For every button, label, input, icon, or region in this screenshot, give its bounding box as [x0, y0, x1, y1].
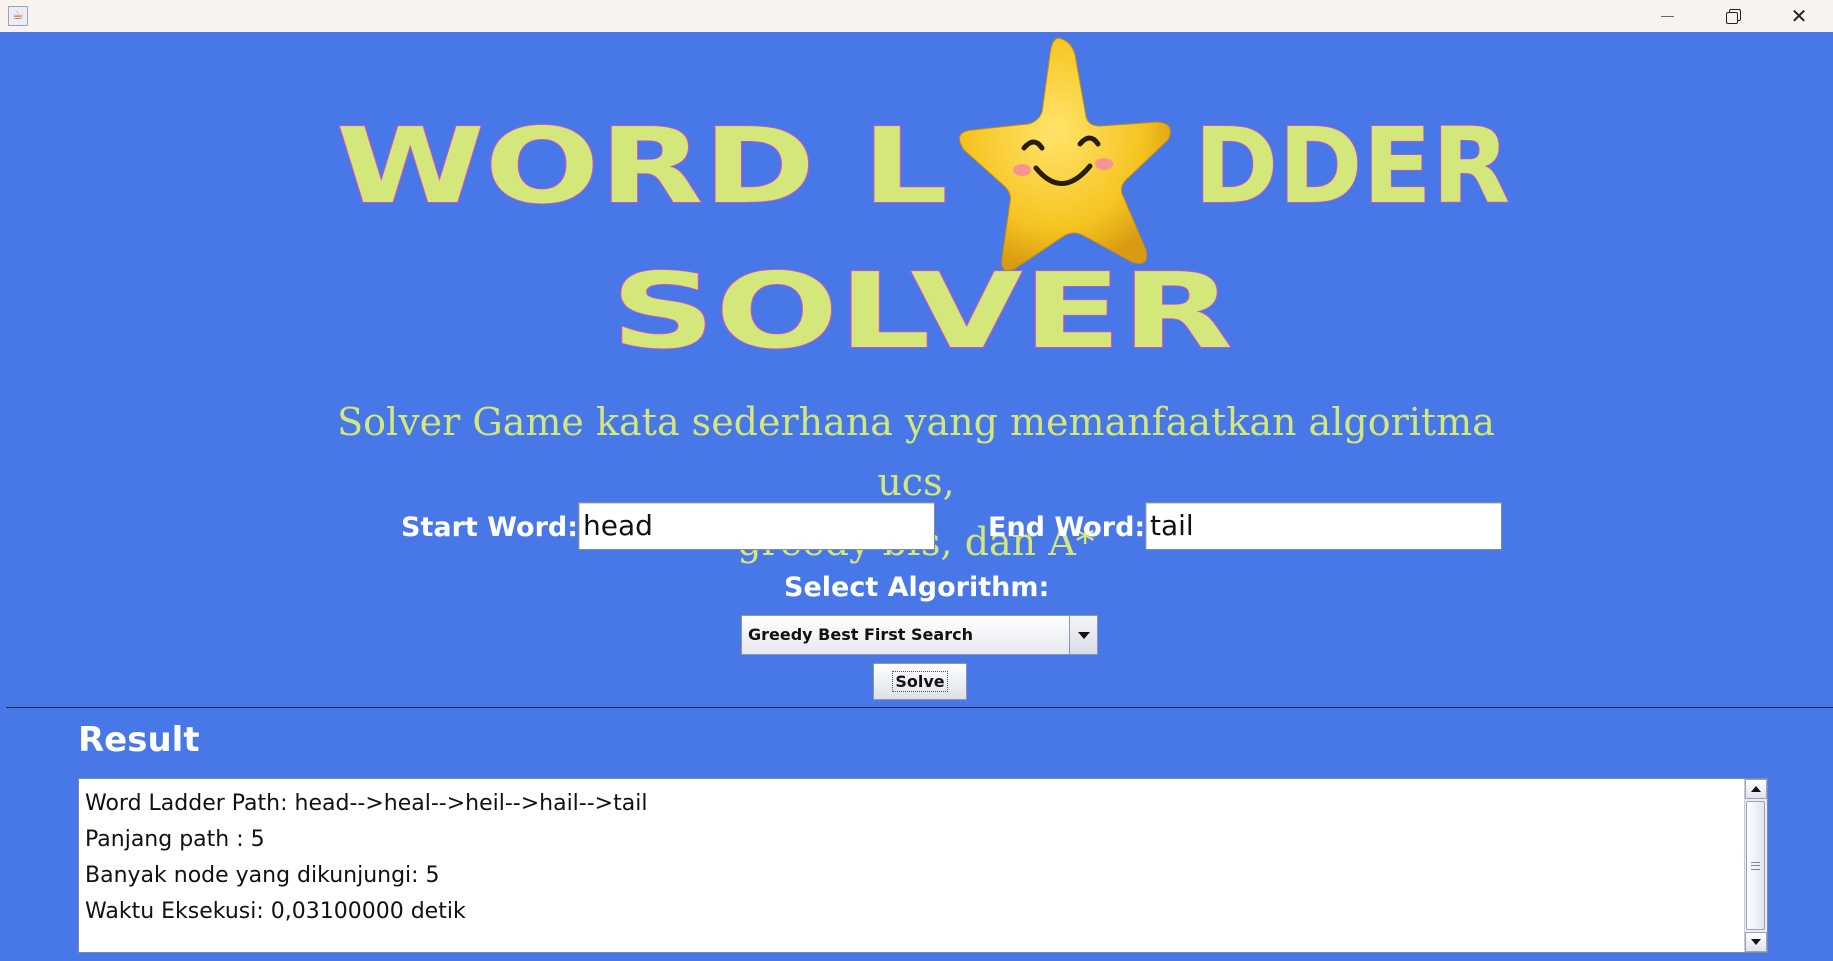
restore-button[interactable]: [1702, 0, 1764, 32]
solve-button-label: Solve: [892, 671, 948, 692]
main-panel: WORD L DDER SOLVER Solver Game kata sede…: [6, 32, 1833, 961]
result-line: Panjang path : 5: [85, 827, 265, 852]
vertical-scrollbar[interactable]: [1744, 779, 1767, 952]
algorithm-select[interactable]: Greedy Best First Search: [741, 615, 1098, 655]
minimize-button[interactable]: [1636, 0, 1698, 32]
result-text-area[interactable]: Word Ladder Path: head-->heal-->heil-->h…: [78, 778, 1768, 953]
logo-solver: SOLVER: [611, 250, 1233, 372]
start-word-label: Start Word:: [401, 512, 579, 543]
chevron-down-icon: [1077, 631, 1090, 639]
app-logo: WORD L DDER SOLVER: [335, 37, 1511, 373]
java-app-icon[interactable]: ☕: [8, 6, 28, 26]
scroll-thumb[interactable]: [1746, 801, 1765, 930]
result-line: Word Ladder Path: head-->heal-->heil-->h…: [85, 791, 648, 816]
window-titlebar: ☕ ✕: [0, 0, 1833, 32]
arrow-up-icon: [1751, 786, 1761, 792]
end-word-input[interactable]: tail: [1145, 502, 1502, 550]
close-icon: ✕: [1790, 4, 1808, 28]
subtitle-line-1: Solver Game kata sederhana yang memanfaa…: [337, 400, 1495, 504]
logo-word-right: DDER: [1194, 105, 1510, 227]
solve-button[interactable]: Solve: [873, 663, 967, 700]
result-line: Banyak node yang dikunjungi: 5: [85, 863, 440, 888]
grip-icon: [1751, 861, 1760, 870]
restore-icon: [1726, 9, 1741, 24]
result-title: Result: [78, 720, 200, 760]
start-word-input[interactable]: head: [578, 502, 935, 550]
section-divider: [6, 707, 1833, 708]
select-algorithm-label: Select Algorithm:: [784, 572, 1050, 603]
close-button[interactable]: ✕: [1768, 0, 1830, 32]
algorithm-selected-value: Greedy Best First Search: [748, 625, 973, 644]
end-word-label: End Word:: [988, 512, 1146, 543]
star-mascot-icon: [959, 37, 1171, 271]
minimize-icon: [1660, 15, 1674, 17]
result-line: Waktu Eksekusi: 0,03100000 detik: [85, 899, 466, 924]
logo-word-left: WORD L: [336, 105, 948, 227]
dropdown-arrow-button[interactable]: [1069, 616, 1097, 654]
scroll-up-button[interactable]: [1745, 779, 1767, 799]
arrow-down-icon: [1751, 939, 1761, 945]
scroll-down-button[interactable]: [1745, 932, 1767, 952]
